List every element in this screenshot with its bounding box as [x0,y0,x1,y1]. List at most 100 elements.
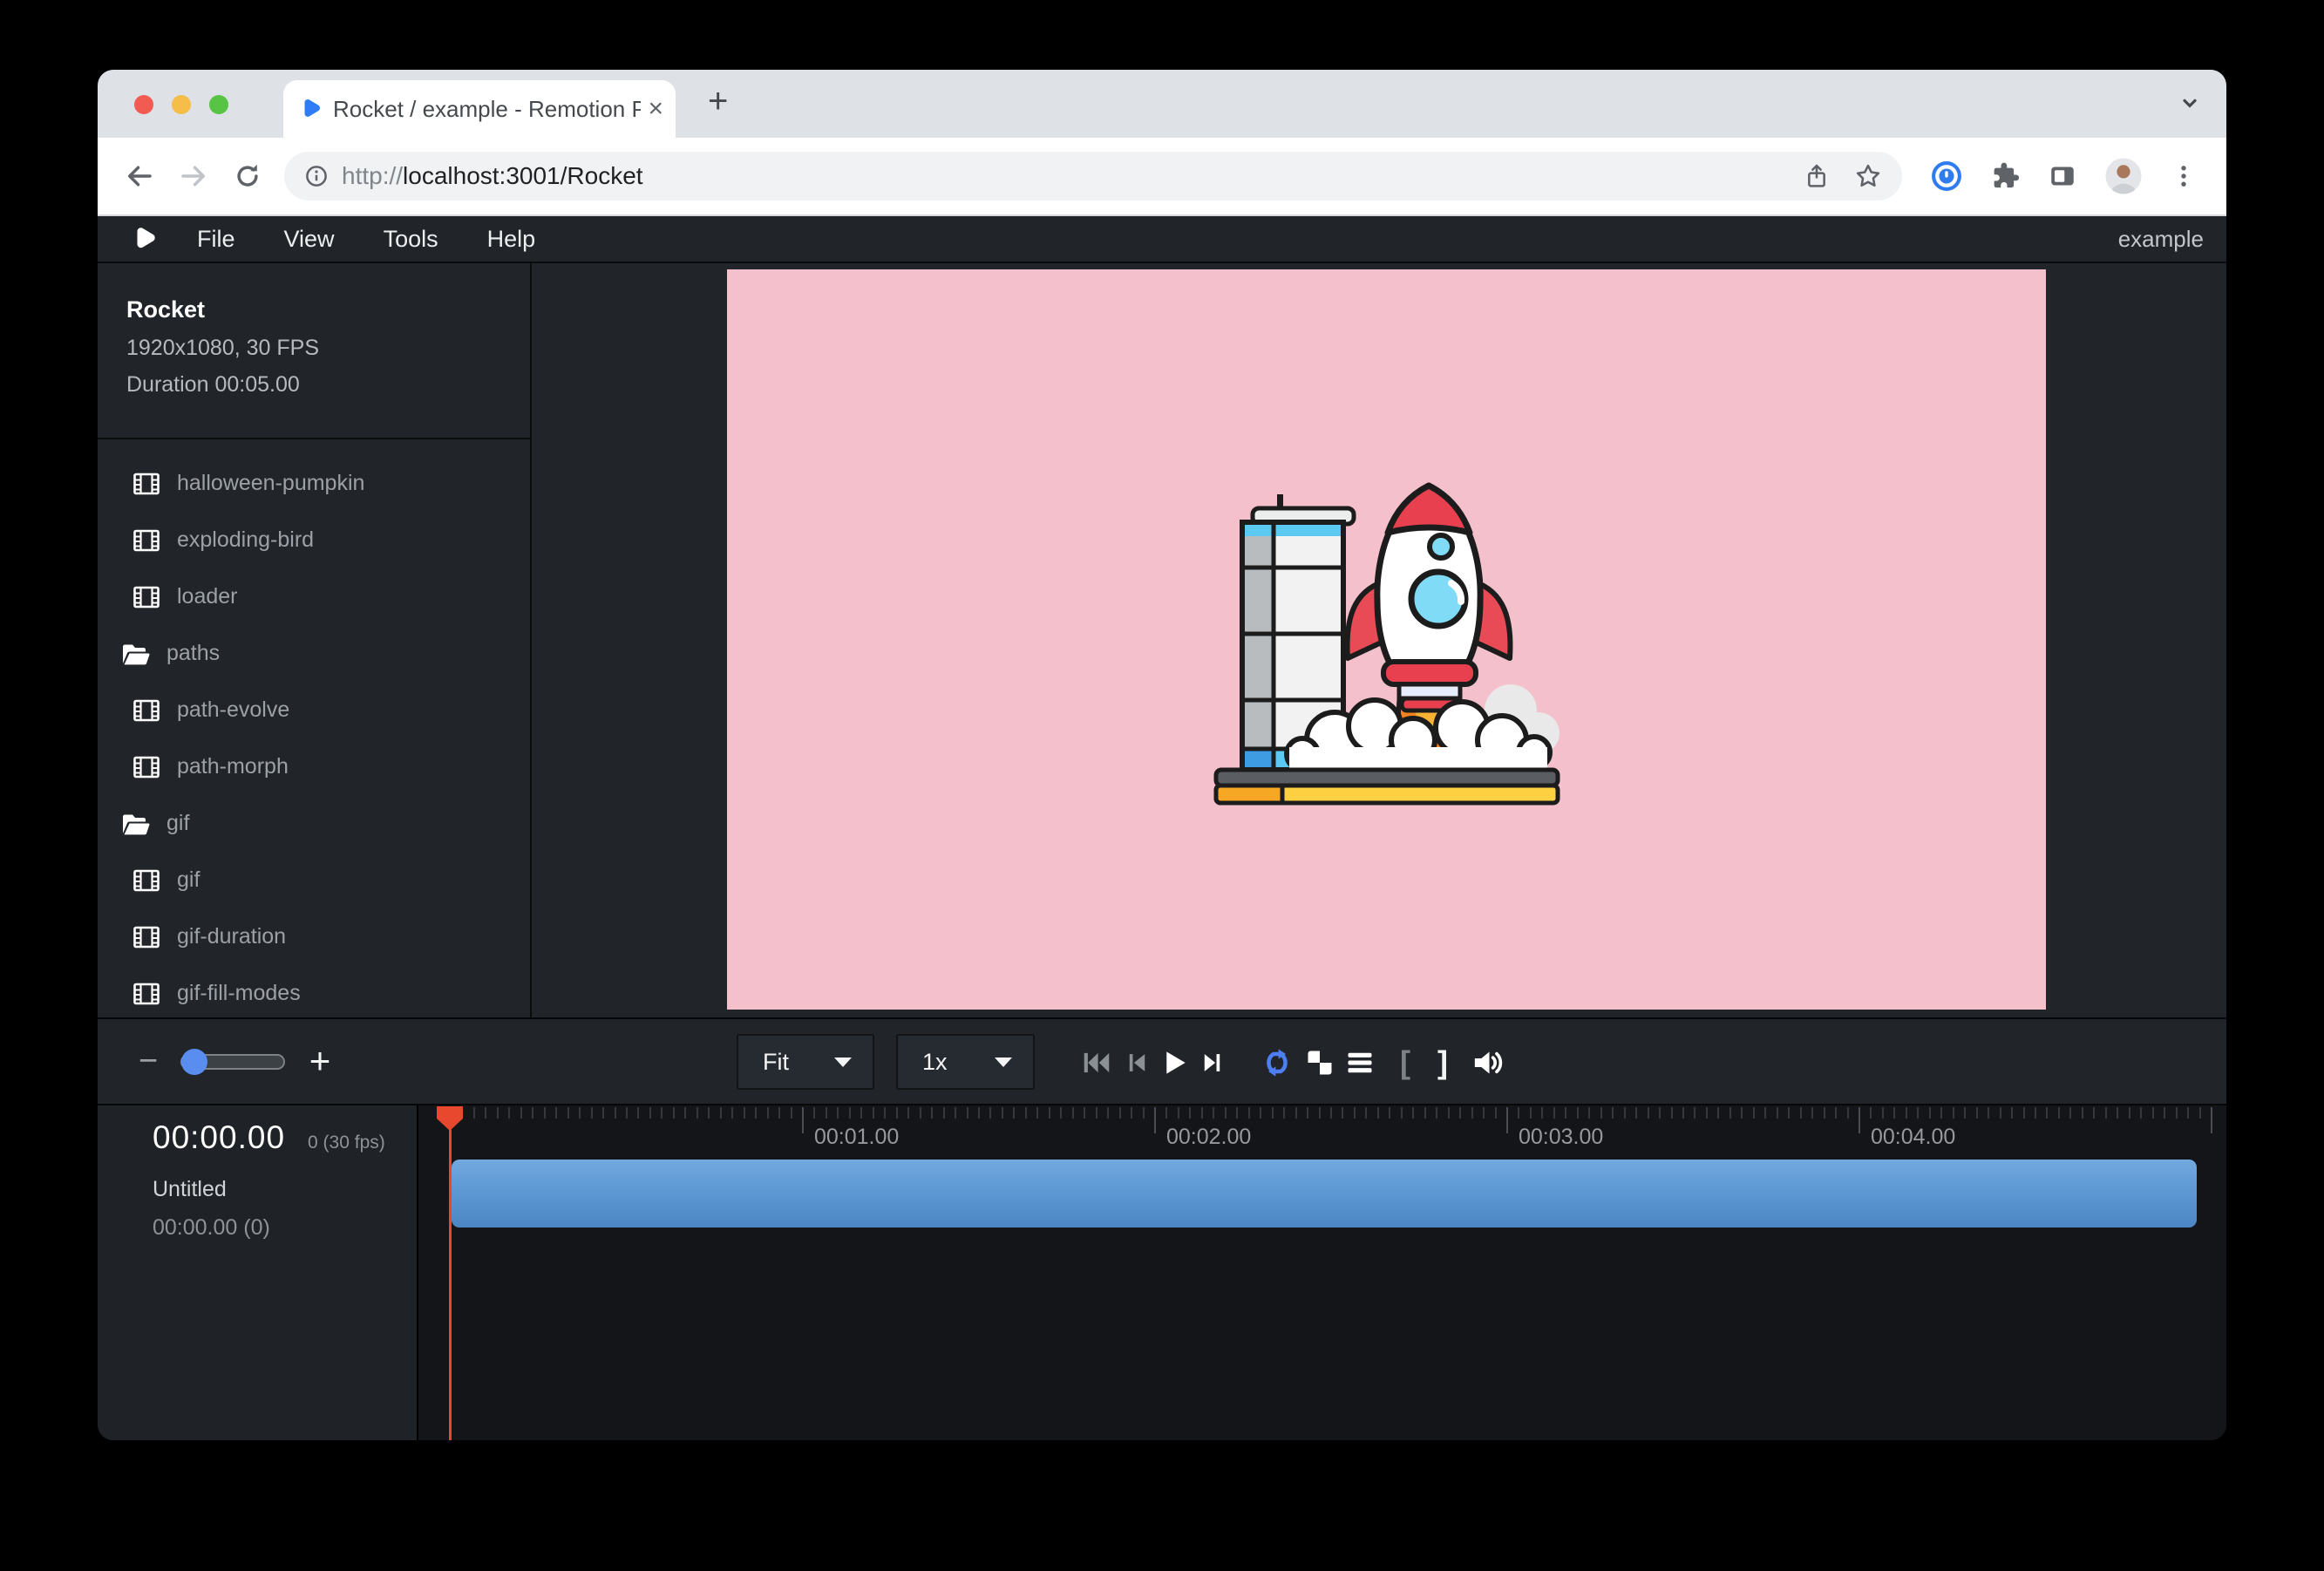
ruler-frame-tick [826,1107,827,1119]
ruler-frame-tick [2093,1107,2095,1119]
bookmark-star-icon[interactable] [1853,161,1883,191]
ruler-frame-tick [1213,1107,1214,1119]
composition-item-path-evolve[interactable]: path-evolve [98,682,530,738]
remotion-logo-icon[interactable] [131,226,157,252]
ruler-frame-tick [1800,1107,1802,1119]
ruler-frame-tick [943,1107,945,1119]
folder-item-paths[interactable]: paths [98,625,530,682]
tab-close-icon[interactable]: × [648,96,663,122]
zoom-slider-thumb[interactable] [181,1049,207,1075]
ruler-frame-tick [591,1107,593,1119]
onepassword-icon[interactable] [1930,160,1963,193]
composition-item-halloween-pumpkin[interactable]: halloween-pumpkin [98,455,530,512]
ruler-frame-tick [1107,1107,1109,1119]
ruler-frame-tick [1330,1107,1332,1119]
set-in-marker-button[interactable]: [ [1388,1045,1423,1080]
ruler-frame-tick [2035,1107,2036,1119]
composition-item-path-morph[interactable]: path-morph [98,738,530,795]
folder-open-icon [120,811,152,837]
ruler-frame-tick [989,1107,991,1119]
ruler-frame-tick [508,1107,510,1119]
ruler-frame-tick [1976,1107,1978,1119]
film-icon [133,697,160,724]
ruler-frame-tick [2069,1107,2071,1119]
previous-frame-button[interactable] [1119,1045,1154,1080]
composition-item-gif-duration[interactable]: gif-duration [98,908,530,965]
tab-title: Rocket / example - Remotion Pre [333,96,641,123]
composition-item-loader[interactable]: loader [98,568,530,625]
composition-item-gif-fill-modes[interactable]: gif-fill-modes [98,965,530,1017]
ruler-frame-tick [1530,1107,1532,1119]
url-text: http://localhost:3001/Rocket [342,162,643,190]
ruler-frame-tick [485,1107,486,1119]
next-frame-button[interactable] [1195,1045,1230,1080]
volume-button[interactable] [1470,1045,1505,1080]
ruler-frame-tick [2058,1107,2060,1119]
reload-button[interactable] [228,157,267,195]
folder-item-gif[interactable]: gif [98,795,530,852]
launch-pad-illustration [1216,770,1558,803]
composition-item-exploding-bird[interactable]: exploding-bird [98,512,530,568]
ruler-frame-tick [978,1107,980,1119]
speed-select[interactable]: 1x [896,1034,1035,1090]
forward-button[interactable] [174,157,213,195]
maximize-window-button[interactable] [209,95,228,114]
info-icon[interactable] [303,163,330,189]
side-panel-icon[interactable] [2047,160,2078,192]
timeline-track-area[interactable]: 00:01.0000:02.0000:03.0000:04.00 [418,1105,2226,1440]
menu-tools[interactable]: Tools [384,226,438,253]
set-out-marker-button[interactable]: ] [1425,1045,1460,1080]
ruler-frame-tick [1236,1107,1238,1119]
transparency-toggle-button[interactable] [1302,1045,1337,1080]
new-tab-button[interactable]: + [708,82,728,121]
share-icon[interactable] [1803,162,1831,190]
playhead-marker[interactable] [435,1105,465,1132]
ruler-frame-tick [1764,1107,1766,1119]
ruler-frame-tick [1929,1107,1931,1119]
back-button[interactable] [120,157,159,195]
ruler-frame-tick [896,1107,898,1119]
ruler-frame-tick [1049,1107,1050,1119]
skip-to-start-button[interactable] [1079,1045,1114,1080]
ruler-frame-tick [1788,1107,1790,1119]
previous-frame-icon [1122,1048,1152,1078]
menu-file[interactable]: File [197,226,235,253]
ruler-frame-tick [1577,1107,1579,1119]
ruler-second-tick [802,1107,804,1133]
ruler-frame-tick [1635,1107,1637,1119]
browser-tab[interactable]: Rocket / example - Remotion Pre × [283,80,676,138]
ruler-frame-tick [1612,1107,1614,1119]
timeline-sequence-bar[interactable] [452,1160,2197,1228]
ruler-frame-tick [1389,1107,1390,1119]
timeline-lines-icon [1344,1047,1376,1078]
menu-view[interactable]: View [284,226,335,253]
ruler-frame-tick [555,1107,557,1119]
ruler-frame-tick [849,1107,851,1119]
zoom-out-button[interactable]: − [133,1044,164,1078]
tab-search-chevron-icon[interactable] [2176,89,2204,117]
playhead-line[interactable] [449,1116,452,1440]
close-window-button[interactable] [134,95,153,114]
play-button[interactable] [1157,1045,1192,1080]
composition-item-gif[interactable]: gif [98,852,530,908]
ruler-frame-tick [615,1107,616,1119]
size-select[interactable]: Fit [737,1034,874,1090]
zoom-in-button[interactable]: + [304,1042,336,1080]
minimize-window-button[interactable] [172,95,191,114]
ruler-frame-tick [2105,1107,2107,1119]
more-menu-icon[interactable] [2169,161,2198,191]
ruler-frame-tick [837,1107,839,1119]
menu-help[interactable]: Help [487,226,536,253]
ruler-frame-tick [1165,1107,1167,1119]
ruler-frame-tick [884,1107,886,1119]
ruler-frame-tick [1811,1107,1813,1119]
extensions-puzzle-icon[interactable] [1989,160,2021,192]
ruler-frame-tick [1119,1107,1121,1119]
ruler-second-tick [1859,1107,1860,1133]
preview-area [532,263,2226,1017]
loop-toggle-button[interactable] [1260,1045,1295,1080]
timeline-panel-toggle-button[interactable] [1342,1045,1377,1080]
rocket-body-illustration [1376,486,1479,711]
address-bar[interactable]: http://localhost:3001/Rocket [284,152,1902,201]
avatar[interactable] [2104,157,2143,195]
